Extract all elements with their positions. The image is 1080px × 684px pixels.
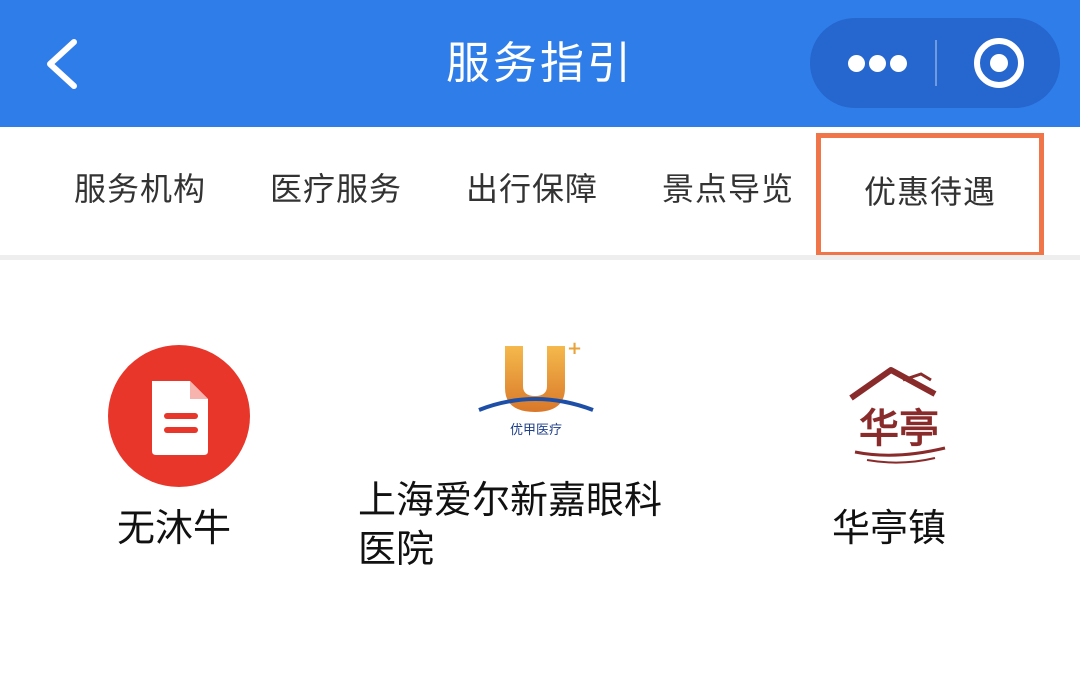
- tab-scenic-guide[interactable]: 景点导览: [648, 127, 808, 255]
- svg-text:+: +: [567, 338, 582, 359]
- mini-program-capsule: [810, 18, 1060, 108]
- tab-medical-services[interactable]: 医疗服务: [256, 127, 416, 255]
- target-core-icon: [990, 54, 1008, 72]
- service-name: 上海爱尔新嘉眼科 医院: [358, 476, 662, 573]
- logo-calligraphy: 华亭: [859, 405, 939, 452]
- tab-service-institutions[interactable]: 服务机构: [60, 127, 220, 255]
- top-nav-bar: 服务指引: [0, 0, 1080, 127]
- huating-logo: 华亭: [849, 367, 946, 464]
- service-logo: [108, 345, 250, 487]
- service-item[interactable]: 华亭 华亭镇: [790, 330, 1010, 610]
- service-item[interactable]: + 优甲医疗 上海爱尔新嘉眼科 医院: [356, 330, 696, 610]
- chevron-left-icon: [47, 39, 77, 89]
- tab-preferential-treatment[interactable]: 优惠待遇: [816, 133, 1044, 257]
- service-name-line: 上海爱尔新嘉眼科: [358, 478, 663, 522]
- document-icon: [108, 345, 250, 487]
- category-tabs: 服务机构 医疗服务 出行保障 景点导览 优惠待遇: [0, 127, 1080, 257]
- tab-travel-support[interactable]: 出行保障: [452, 127, 612, 255]
- more-dot-icon: [869, 55, 886, 72]
- more-button[interactable]: [810, 18, 935, 108]
- service-logo: + 优甲医疗: [471, 336, 601, 446]
- uplus-medical-logo: + 优甲医疗: [478, 338, 594, 438]
- logo-caption: 优甲医疗: [510, 423, 562, 438]
- more-dot-icon: [890, 55, 907, 72]
- service-name: 无沐牛: [117, 506, 232, 550]
- more-dot-icon: [848, 55, 865, 72]
- service-logo: 华亭: [845, 360, 955, 470]
- service-name: 华亭镇: [832, 506, 947, 550]
- back-button[interactable]: [38, 36, 88, 92]
- tabs-divider: [0, 255, 1080, 260]
- close-mini-program-button[interactable]: [937, 18, 1060, 108]
- service-item[interactable]: 无沐牛: [60, 330, 320, 610]
- service-name-line: 医院: [358, 526, 435, 571]
